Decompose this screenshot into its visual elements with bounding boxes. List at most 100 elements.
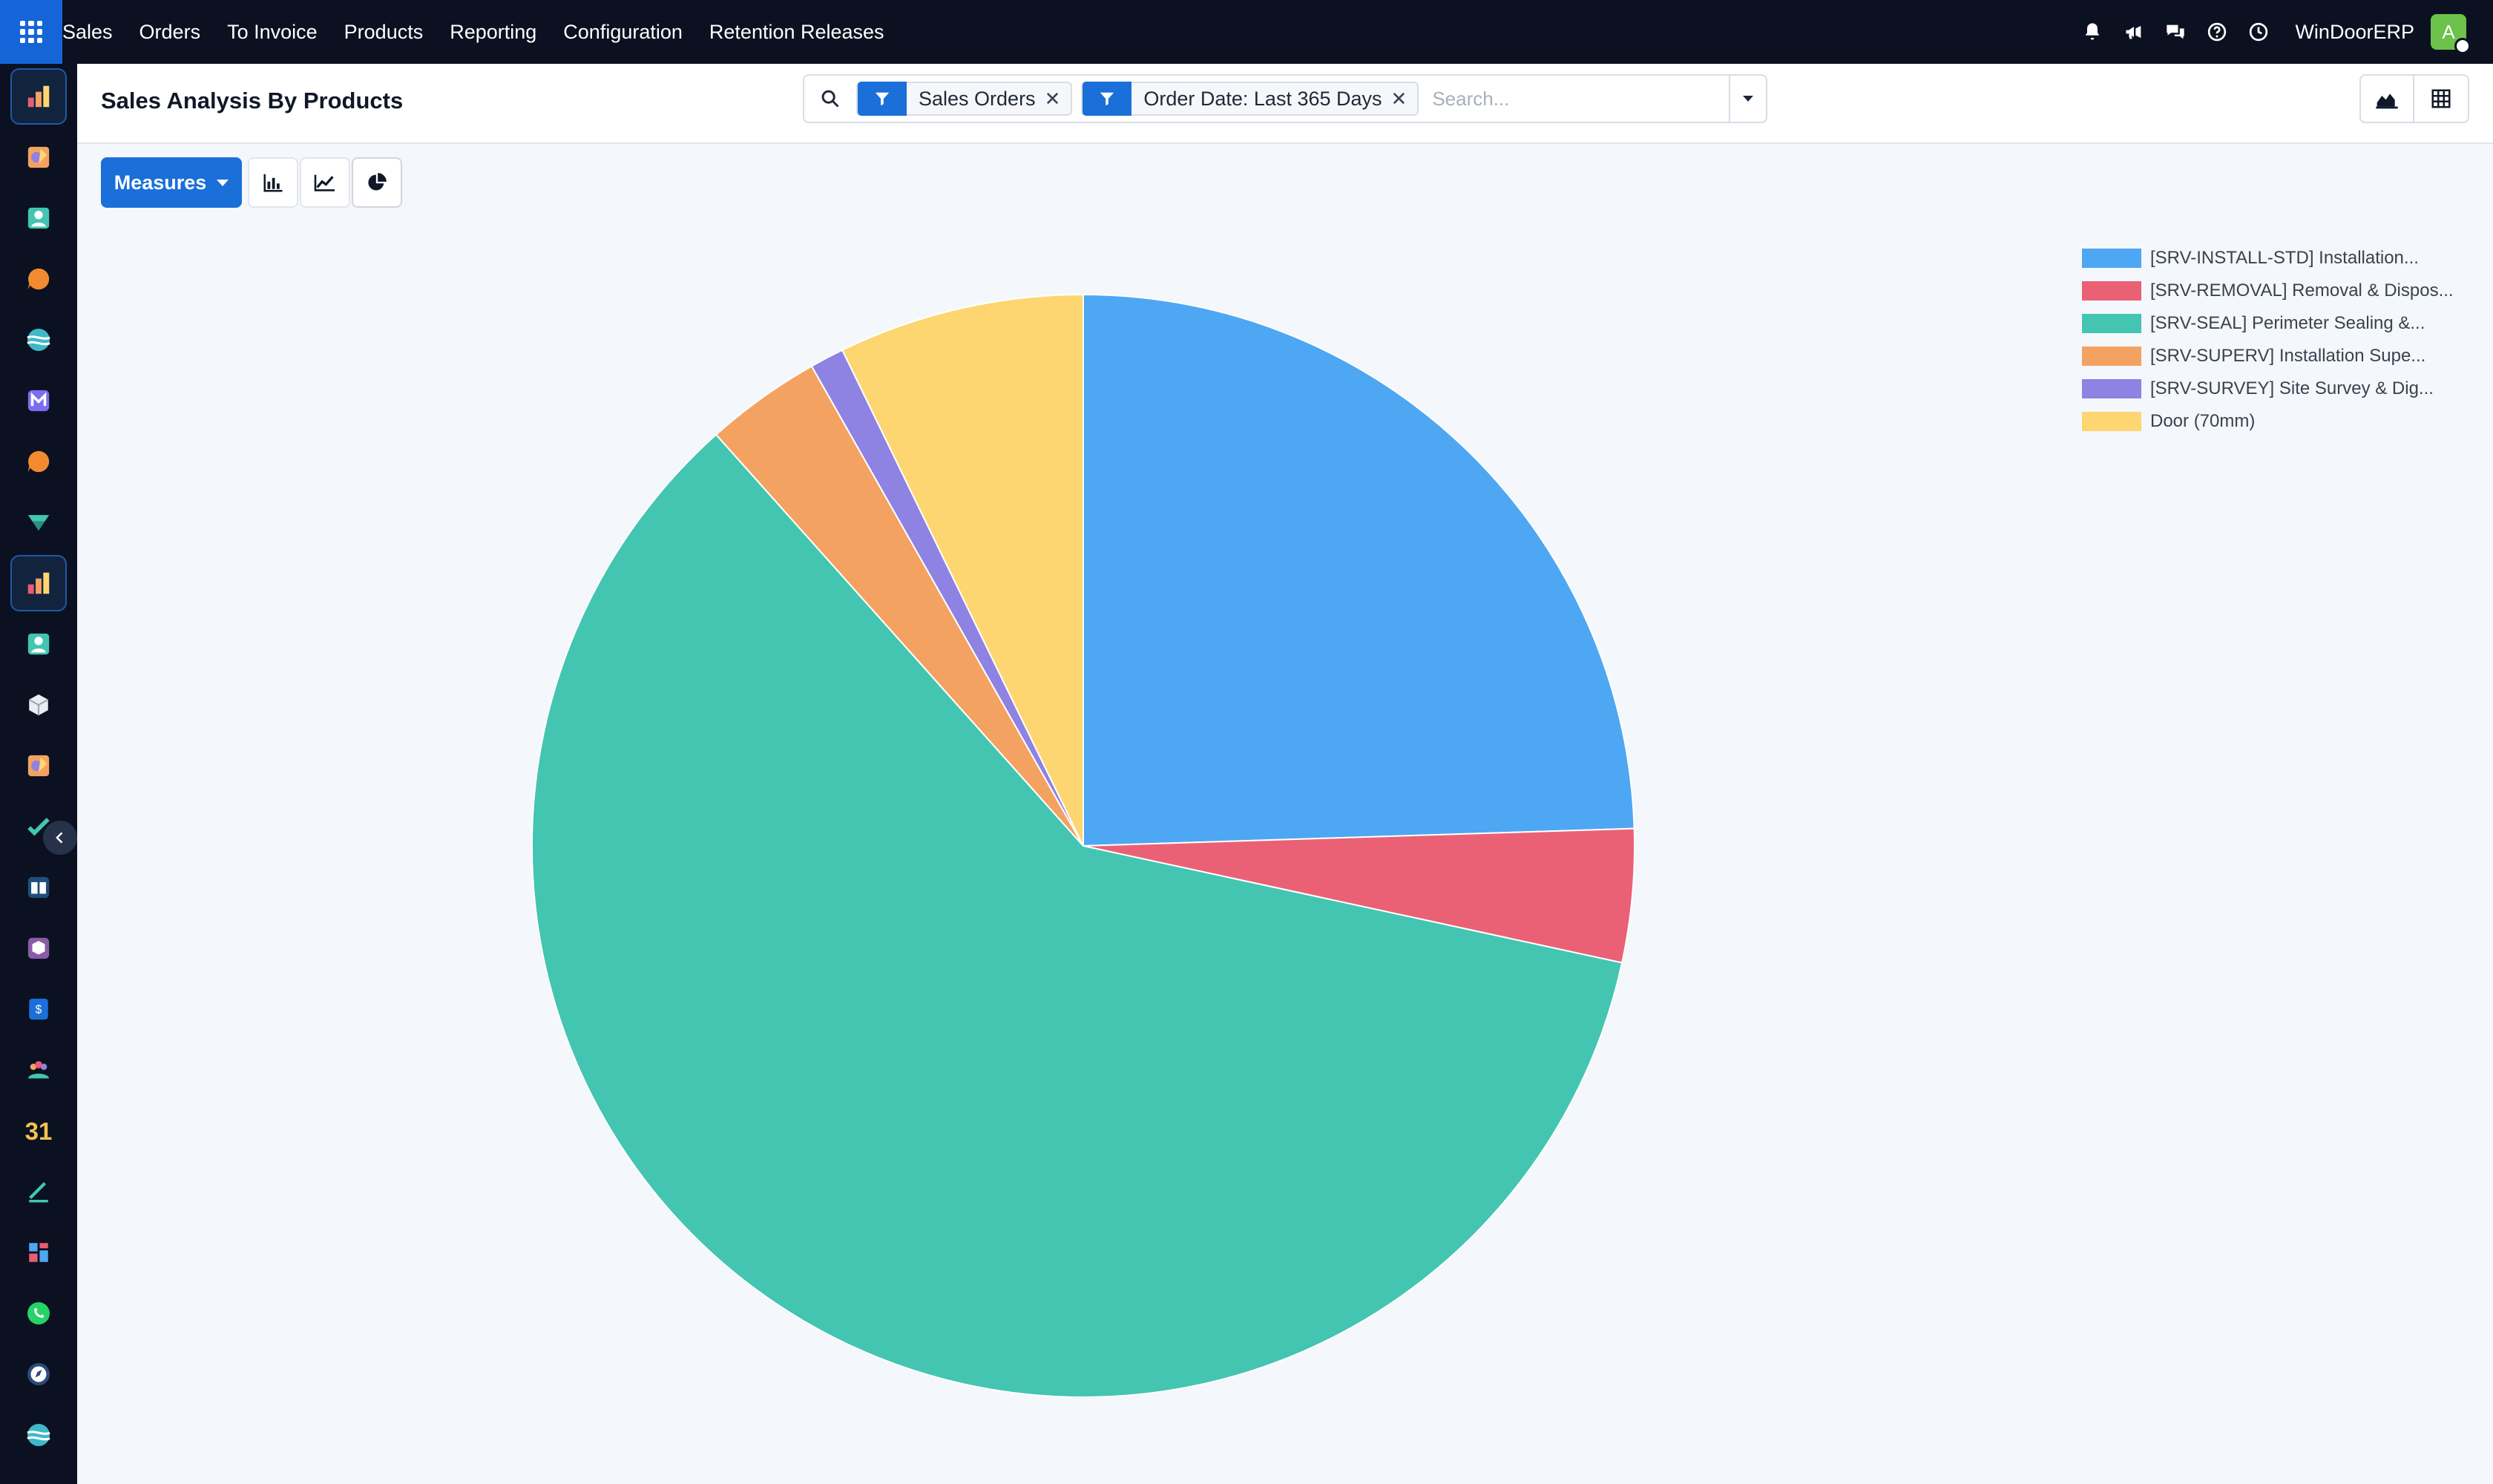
sidebar-app-invoicing[interactable]: $	[10, 981, 67, 1037]
menu-configuration[interactable]: Configuration	[550, 0, 696, 64]
caret-down-icon	[217, 179, 229, 186]
sidebar-app-website-2[interactable]	[10, 1407, 67, 1463]
pie-chart-icon	[368, 173, 387, 191]
user-avatar[interactable]: A	[2431, 14, 2471, 54]
legend-swatch	[2082, 314, 2141, 333]
calendar-icon: 31	[25, 1117, 53, 1144]
presence-dot	[2454, 38, 2471, 54]
search-facet-order-date[interactable]: Order Date: Last 365 Days ✕	[1081, 82, 1419, 116]
clock-icon[interactable]	[2246, 19, 2271, 45]
measures-dropdown[interactable]: Measures	[101, 157, 242, 208]
graph-view-button[interactable]	[2359, 74, 2414, 123]
sidebar-app-sign[interactable]	[10, 1163, 67, 1220]
pie-slice-0[interactable]	[1083, 293, 1635, 847]
sidebar-app-whatsapp[interactable]	[10, 1285, 67, 1342]
legend-swatch	[2082, 347, 2141, 366]
sidebar-collapse-button[interactable]	[43, 821, 77, 855]
sidebar-app-discuss[interactable]	[10, 251, 67, 307]
paint-icon	[27, 146, 50, 168]
filter-icon	[1083, 82, 1132, 116]
menu-retention-releases[interactable]: Retention Releases	[696, 0, 898, 64]
line-chart-button[interactable]	[300, 157, 350, 208]
contacts-icon	[27, 207, 50, 229]
chart-legend: [SRV-INSTALL-STD] Installation... [SRV-RE…	[2082, 242, 2454, 438]
legend-swatch	[2082, 412, 2141, 431]
sidebar-app-contacts[interactable]	[10, 190, 67, 246]
close-icon[interactable]: ✕	[1045, 88, 1071, 111]
sidebar-app-knowledge[interactable]	[10, 859, 67, 916]
table-icon	[2431, 89, 2451, 108]
paint-icon	[27, 755, 50, 777]
sidebar-app-contacts-2[interactable]	[10, 616, 67, 672]
legend-item[interactable]: [SRV-SUPERV] Installation Supe...	[2082, 340, 2454, 372]
facet-label: Sales Orders	[919, 87, 1036, 110]
discuss-icon	[27, 268, 50, 290]
company-switcher[interactable]: WinDoorERP	[2295, 21, 2414, 44]
menu-to-invoice[interactable]: To Invoice	[214, 0, 331, 64]
project-icon	[27, 515, 50, 531]
bar-chart-button[interactable]	[248, 157, 298, 208]
sidebar-app-livechat[interactable]	[10, 433, 67, 490]
search-facet-sales-orders[interactable]: Sales Orders ✕	[856, 82, 1073, 116]
pie-chart	[531, 293, 1635, 1398]
invoice-icon: $	[29, 998, 48, 1020]
menu-sales[interactable]: Sales	[62, 0, 126, 64]
page-title: Sales Analysis By Products	[101, 88, 404, 114]
chevron-left-icon	[56, 832, 63, 844]
book-icon	[27, 876, 50, 899]
legend-item[interactable]: [SRV-SURVEY] Site Survey & Dig...	[2082, 372, 2454, 405]
search-options-toggle[interactable]	[1729, 76, 1766, 122]
measures-label: Measures	[114, 171, 207, 194]
pie-chart-button[interactable]	[352, 157, 402, 208]
legend-swatch	[2082, 379, 2141, 398]
chat-icon[interactable]	[2163, 19, 2188, 45]
sign-icon	[29, 1182, 48, 1203]
sidebar-app-employees[interactable]	[10, 1042, 67, 1098]
sidebar-app-dashboards[interactable]	[10, 1224, 67, 1281]
search-input[interactable]	[1428, 80, 1729, 117]
menu-reporting[interactable]: Reporting	[436, 0, 550, 64]
menu-products[interactable]: Products	[331, 0, 437, 64]
legend-label: Door (70mm)	[2150, 411, 2256, 431]
sidebar-app-paint[interactable]	[10, 129, 67, 186]
sidebar-app-sales-active[interactable]	[10, 555, 67, 611]
close-icon[interactable]: ✕	[1391, 88, 1418, 111]
livechat-icon	[27, 450, 50, 473]
search-bar: Sales Orders ✕ Order Date: Last 365 Days…	[803, 74, 1767, 123]
sales-icon	[27, 572, 50, 594]
cube-icon	[27, 937, 50, 959]
legend-label: [SRV-SEAL] Perimeter Sealing &...	[2150, 313, 2425, 333]
legend-item[interactable]: Door (70mm)	[2082, 405, 2454, 438]
legend-label: [SRV-SURVEY] Site Survey & Dig...	[2150, 378, 2434, 398]
control-panel: Sales Analysis By Products Sales Orders …	[77, 64, 2493, 144]
website-icon	[27, 1424, 50, 1446]
email-icon	[27, 390, 50, 412]
sidebar-app-calendar[interactable]: 31	[10, 1103, 67, 1159]
svg-text:31: 31	[25, 1117, 53, 1144]
sidebar-app-inventory[interactable]	[10, 677, 67, 733]
systray: WinDoorERP A	[2080, 0, 2471, 64]
legend-label: [SRV-SUPERV] Installation Supe...	[2150, 346, 2426, 366]
sidebar-app-website[interactable]	[10, 312, 67, 368]
app-sidebar: $ 31	[0, 64, 77, 1484]
legend-swatch	[2082, 249, 2141, 268]
legend-item[interactable]: [SRV-REMOVAL] Removal & Dispos...	[2082, 275, 2454, 307]
menu-orders[interactable]: Orders	[126, 0, 214, 64]
people-icon	[27, 1061, 50, 1079]
sidebar-app-project[interactable]	[10, 494, 67, 551]
search-icon[interactable]	[804, 76, 856, 122]
megaphone-icon[interactable]	[2121, 19, 2147, 45]
pivot-view-button[interactable]	[2414, 74, 2469, 123]
bell-icon[interactable]	[2080, 19, 2105, 45]
website-icon	[27, 329, 50, 351]
main-menu: Sales Orders To Invoice Products Reporti…	[62, 0, 898, 64]
legend-item[interactable]: [SRV-SEAL] Perimeter Sealing &...	[2082, 307, 2454, 340]
sidebar-app-product[interactable]	[10, 920, 67, 976]
sidebar-app-email-marketing[interactable]	[10, 372, 67, 429]
app-menu-button[interactable]	[0, 0, 62, 64]
help-icon[interactable]	[2204, 19, 2230, 45]
legend-item[interactable]: [SRV-INSTALL-STD] Installation...	[2082, 242, 2454, 275]
sidebar-app-time-off[interactable]	[10, 1346, 67, 1402]
sidebar-app-sales[interactable]	[10, 68, 67, 125]
sidebar-app-paint-2[interactable]	[10, 738, 67, 794]
